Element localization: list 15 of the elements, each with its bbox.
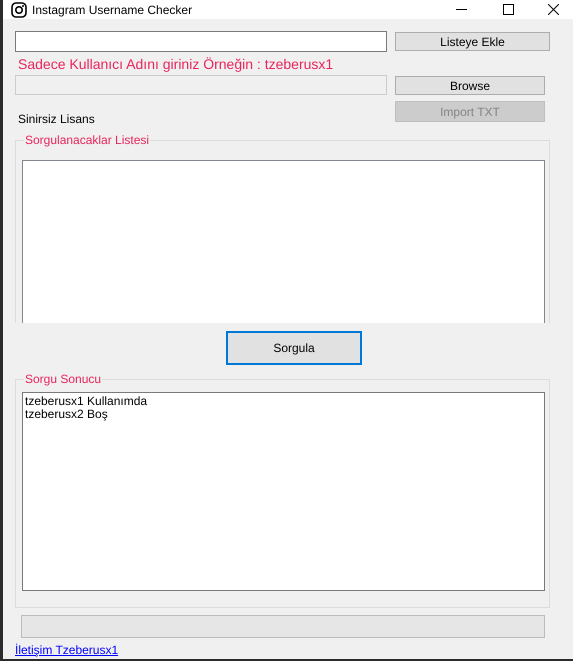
- add-to-list-button[interactable]: Listeye Ekle: [395, 32, 550, 51]
- camera-icon: [11, 2, 27, 18]
- username-field[interactable]: [15, 31, 387, 52]
- result-line: tzeberusx2 Boş: [25, 408, 109, 421]
- result-line: tzeberusx1 Kullanımda: [25, 395, 148, 408]
- browse-button[interactable]: Browse: [395, 76, 545, 95]
- hint-text: Sadece Kullanıcı Adını giriniz Örneğin : tzeberusx1: [18, 55, 334, 73]
- group-title: Sorgu Sonucu: [24, 372, 102, 386]
- license-label: Sinirsiz Lisans: [18, 111, 96, 128]
- close-icon[interactable]: [548, 4, 559, 15]
- window-title: Instagram Username Checker: [32, 2, 192, 18]
- contact-link[interactable]: İletişim Tzeberusx1: [15, 641, 118, 659]
- group-title: Sorgulanacaklar Listesi: [24, 133, 150, 147]
- maximize-icon[interactable]: [503, 4, 514, 15]
- query-button[interactable]: Sorgula: [226, 331, 362, 365]
